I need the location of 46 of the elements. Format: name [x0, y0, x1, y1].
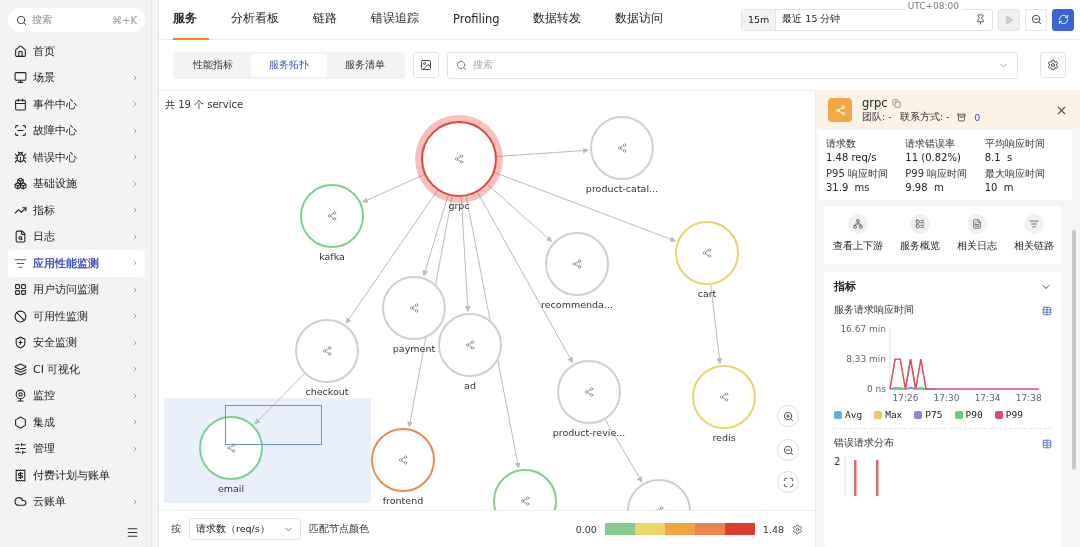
stat-value: 9.98 m	[905, 182, 945, 193]
y-tick-label: 0 ns	[867, 384, 886, 394]
node-label: product-catal...	[585, 183, 659, 194]
node-label: product-revie...	[552, 427, 626, 438]
x-tick-label: 17:34	[974, 393, 1001, 403]
stat-label: P99 响应时间	[905, 167, 969, 181]
color-by-label: 按	[171, 522, 181, 536]
match-color-label: 匹配节点颜色	[309, 522, 369, 536]
stat-label: 请求错误率	[905, 137, 957, 151]
x-tick-label: 17:26	[892, 393, 919, 403]
node-label: cart	[697, 288, 717, 299]
scale-min: 0.00	[575, 523, 597, 535]
stat-label: 最大响应时间	[984, 167, 1046, 181]
stat-value: 10 m	[984, 182, 1015, 193]
section-title: 指标	[834, 280, 856, 294]
stat-label: 请求数	[826, 137, 857, 151]
stat-label: P95 响应时间	[826, 167, 889, 181]
stat-value: 11 (0.82%)	[905, 152, 962, 163]
x-tick-label: 17:38	[1015, 393, 1042, 403]
shortcut-hint: ⌘+K	[112, 14, 137, 26]
node-label: payment	[392, 343, 436, 354]
stat-value: 1.48 req/s	[826, 152, 878, 163]
x-tick-label: 17:30	[933, 393, 960, 403]
node-label: ad	[464, 380, 476, 391]
time-range: 最近 15 分钟	[781, 13, 842, 26]
stat-value: 8.1 s	[984, 152, 1014, 163]
scale-max: 1.48	[762, 523, 784, 535]
stat-label: 平均响应时间	[984, 137, 1046, 151]
y-tick-label: 8.33 min	[846, 354, 886, 364]
y-tick-label: 16.67 min	[840, 324, 886, 334]
node-label: redis	[712, 432, 736, 443]
node-label: email	[217, 483, 245, 494]
timezone-label: UTC+08:00	[904, 1, 962, 11]
team-label: 团队: -	[862, 111, 892, 124]
node-label: kafka	[319, 251, 345, 262]
contact-label: 联系方式: -	[899, 111, 950, 124]
node-label: recommenda...	[541, 299, 613, 310]
chart-title: 错误请求分布	[834, 437, 894, 450]
node-label: frontend	[382, 495, 424, 506]
node-label: checkout	[305, 386, 349, 397]
service-name: grpc	[862, 96, 888, 110]
node-label: grpc	[448, 200, 470, 211]
service-count: 共 19 个 service	[165, 98, 244, 112]
chart-title: 服务请求响应时间	[834, 304, 914, 317]
y-tick-label: 2	[834, 456, 841, 467]
stat-value: 31.9 ms	[826, 182, 871, 193]
